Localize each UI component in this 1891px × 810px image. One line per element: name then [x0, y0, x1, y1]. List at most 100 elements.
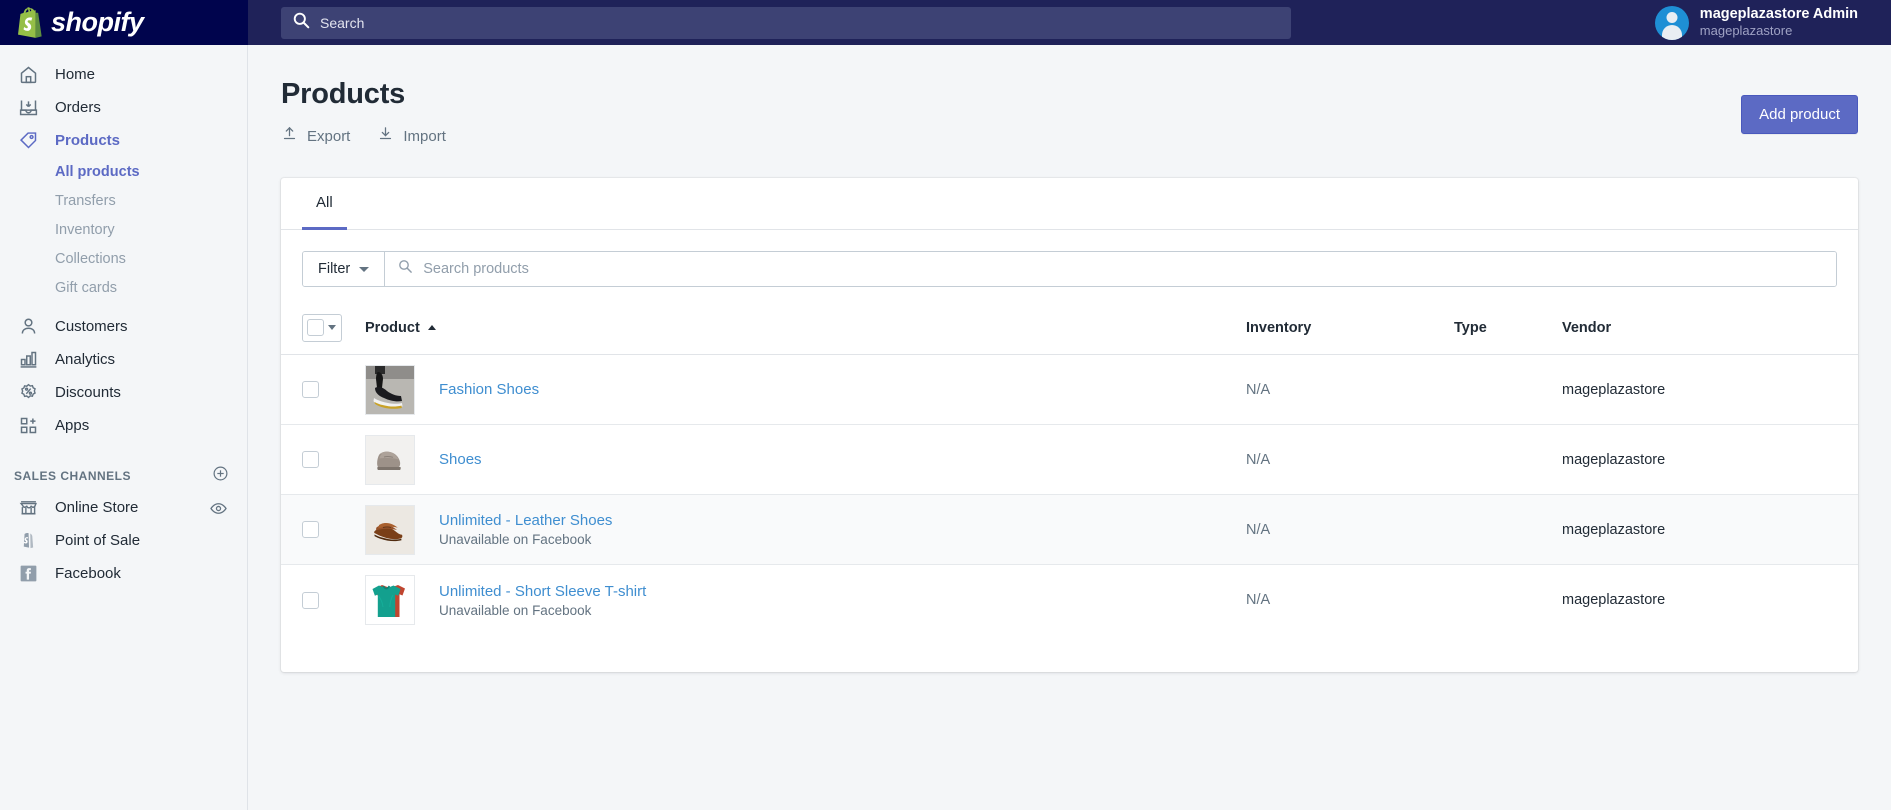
sidebar-item-orders[interactable]: Orders	[0, 91, 247, 124]
product-text: Fashion Shoes	[439, 381, 539, 398]
import-button[interactable]: Import	[377, 125, 446, 147]
row-checkbox[interactable]	[302, 521, 319, 538]
filter-bar: Filter Search products	[302, 251, 1837, 287]
sidebar-subitem-all-products[interactable]: All products	[0, 157, 247, 186]
pos-bag-icon	[18, 530, 39, 551]
column-header-label: Inventory	[1246, 319, 1312, 336]
filter-label: Filter	[318, 261, 351, 277]
row-checkbox[interactable]	[302, 591, 319, 609]
add-product-button[interactable]: Add product	[1741, 95, 1858, 134]
sidebar-item-home[interactable]: Home	[0, 58, 247, 91]
sidebar-item-label: Products	[55, 132, 121, 149]
customers-icon	[18, 316, 39, 337]
sidebar: Home Orders Products All products Transf…	[0, 45, 248, 810]
tab-all[interactable]: All	[302, 178, 347, 230]
sidebar-item-label: Discounts	[55, 384, 121, 401]
sidebar-item-discounts[interactable]: Discounts	[0, 376, 247, 409]
user-menu[interactable]: mageplazastore Admin mageplazastore	[1654, 0, 1858, 45]
sidebar-subitem-label: All products	[55, 163, 140, 180]
column-header-label: Product	[365, 319, 420, 336]
global-search[interactable]: Search	[281, 6, 1291, 39]
table-row[interactable]: Unlimited - Short Sleeve T-shirt Unavail…	[281, 565, 1858, 635]
export-upload-icon	[281, 125, 298, 147]
page-header: Products Export Import Add product	[248, 45, 1891, 147]
export-button[interactable]: Export	[281, 125, 350, 147]
tab-bar: All	[281, 178, 1858, 230]
sidebar-channel-facebook[interactable]: Facebook	[0, 557, 247, 590]
sidebar-item-label: Apps	[55, 417, 90, 434]
vendor-cell: mageplazastore	[1562, 451, 1837, 469]
shopify-wordmark: shopify	[51, 7, 144, 37]
select-all-cell	[302, 313, 365, 342]
sidebar-item-label: Customers	[55, 318, 128, 335]
row-select-cell	[302, 521, 365, 538]
inventory-value: N/A	[1246, 381, 1271, 398]
products-tag-icon	[18, 130, 39, 151]
sidebar-subitem-gift-cards[interactable]: Gift cards	[0, 273, 247, 302]
product-availability-note: Unavailable on Facebook	[439, 602, 592, 618]
sidebar-item-products[interactable]: Products	[0, 124, 247, 157]
sidebar-item-apps[interactable]: Apps	[0, 409, 247, 442]
chevron-down-icon	[359, 266, 370, 272]
vendor-value: mageplazastore	[1562, 521, 1666, 538]
sidebar-channel-label: Point of Sale	[55, 532, 141, 549]
vendor-cell: mageplazastore	[1562, 381, 1837, 399]
inventory-cell: N/A	[1246, 521, 1454, 539]
view-online-store-eye-icon[interactable]	[209, 499, 228, 523]
table-row[interactable]: Fashion Shoes N/A mageplazastore	[281, 355, 1858, 425]
add-sales-channel-button[interactable]	[212, 465, 229, 487]
analytics-icon	[18, 349, 39, 370]
sidebar-subitem-collections[interactable]: Collections	[0, 244, 247, 273]
shopify-logo[interactable]: shopify	[0, 0, 248, 45]
filter-dropdown-button[interactable]: Filter	[303, 252, 386, 286]
row-checkbox[interactable]	[302, 381, 319, 398]
inventory-cell: N/A	[1246, 381, 1454, 399]
column-header-vendor: Vendor	[1562, 319, 1837, 337]
product-name-link[interactable]: Fashion Shoes	[439, 381, 539, 398]
table-header: Product Inventory Type Vendor	[281, 301, 1858, 355]
sidebar-subitem-inventory[interactable]: Inventory	[0, 215, 247, 244]
search-icon	[398, 259, 413, 279]
product-cell: Fashion Shoes	[365, 364, 1246, 415]
select-all-checkbox[interactable]	[307, 319, 324, 336]
table-row[interactable]: Shoes N/A mageplazastore	[281, 425, 1858, 495]
sidebar-item-customers[interactable]: Customers	[0, 310, 247, 343]
product-text: Unlimited - Short Sleeve T-shirt Unavail…	[439, 583, 646, 618]
vendor-value: mageplazastore	[1562, 592, 1666, 608]
product-search-input[interactable]: Search products	[385, 252, 1836, 286]
filter-row: Filter Search products	[281, 230, 1858, 287]
sidebar-item-label: Analytics	[55, 351, 116, 368]
product-name-link[interactable]: Unlimited - Short Sleeve T-shirt	[439, 583, 646, 600]
select-all-dropdown[interactable]	[302, 313, 342, 342]
home-icon	[18, 64, 39, 85]
shopify-bag-icon	[14, 6, 44, 39]
product-text: Unlimited - Leather Shoes Unavailable on…	[439, 512, 612, 547]
sidebar-channel-online-store[interactable]: Online Store	[0, 491, 247, 524]
table-row[interactable]: Unlimited - Leather Shoes Unavailable on…	[281, 495, 1858, 565]
vendor-cell: mageplazastore	[1562, 591, 1837, 609]
sidebar-item-analytics[interactable]: Analytics	[0, 343, 247, 376]
apps-icon	[18, 415, 39, 436]
row-select-cell	[302, 591, 365, 609]
search-icon	[293, 12, 310, 34]
product-search-placeholder: Search products	[423, 261, 529, 277]
search-placeholder: Search	[320, 14, 365, 31]
sidebar-channel-label: Facebook	[55, 565, 121, 582]
discounts-icon	[18, 382, 39, 403]
product-cell: Unlimited - Short Sleeve T-shirt Unavail…	[365, 575, 1246, 625]
row-checkbox[interactable]	[302, 451, 319, 468]
page-title: Products	[281, 78, 406, 110]
sales-channels-title: SALES CHANNELS	[14, 469, 132, 483]
search-input[interactable]: Search	[281, 6, 1291, 39]
sort-ascending-icon	[427, 325, 436, 330]
import-download-icon	[377, 125, 394, 147]
product-name-link[interactable]: Unlimited - Leather Shoes	[439, 512, 612, 529]
sidebar-subitem-label: Gift cards	[55, 279, 118, 296]
inventory-value: N/A	[1246, 592, 1271, 608]
product-name-link[interactable]: Shoes	[439, 451, 482, 468]
sidebar-channel-point-of-sale[interactable]: Point of Sale	[0, 524, 247, 557]
sidebar-subitem-label: Inventory	[55, 221, 115, 238]
column-header-product[interactable]: Product	[365, 320, 1246, 336]
column-header-type: Type	[1454, 319, 1562, 337]
sidebar-subitem-transfers[interactable]: Transfers	[0, 186, 247, 215]
